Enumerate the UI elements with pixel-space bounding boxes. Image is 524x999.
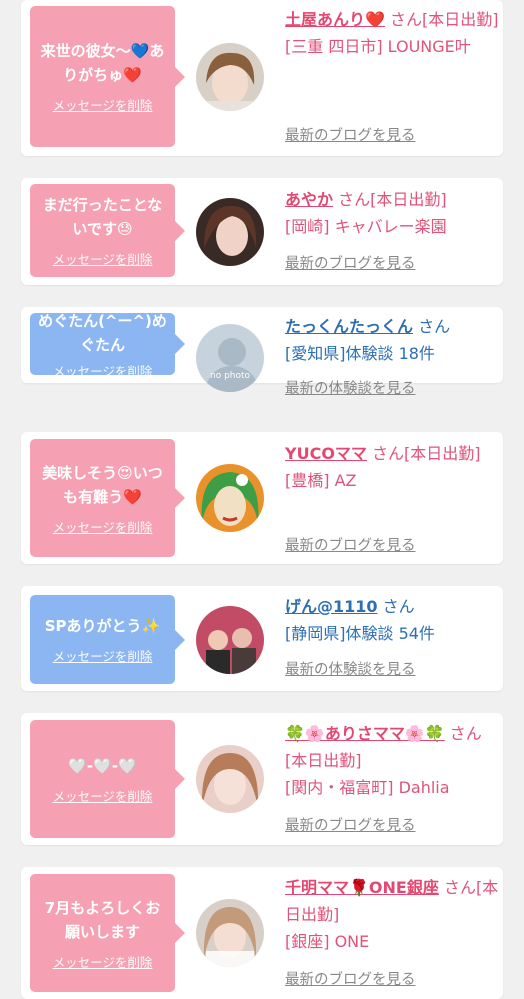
delete-message-button[interactable]: メッセージを削除	[53, 517, 153, 536]
avatar[interactable]	[196, 43, 264, 111]
latest-blog-link[interactable]: 最新のブログを見る	[285, 252, 416, 273]
avatar[interactable]	[196, 464, 264, 532]
sender-area: [関内・福富町] Dahlia	[285, 778, 450, 797]
message-bubble: まだ行ったことないです😓 メッセージを削除	[30, 184, 185, 277]
message-list: 来世の彼女〜💙ありがちゅ❤️ メッセージを削除 土屋あんり❤️ さん[本日出勤]…	[0, 0, 524, 999]
latest-blog-link[interactable]: 最新のブログを見る	[285, 124, 416, 145]
message-text: 7月もよろしくお願いします	[44, 898, 161, 941]
avatar[interactable]	[196, 899, 264, 967]
sender-area: [岡崎] キャバレー楽園	[285, 217, 447, 236]
avatar[interactable]	[196, 745, 264, 813]
sender-name-link[interactable]: 土屋あんり❤️	[285, 10, 385, 29]
sender-suffix: さん	[382, 597, 415, 616]
sender-area: [豊橋] AZ	[285, 471, 357, 490]
message-bubble: 7月もよろしくお願いします メッセージを削除	[30, 874, 185, 992]
message-text: 🤍-🤍-🤍	[68, 756, 137, 775]
sender-suffix: さん[本日出勤]	[338, 190, 447, 209]
message-card: 来世の彼女〜💙ありがちゅ❤️ メッセージを削除 土屋あんり❤️ さん[本日出勤]…	[21, 0, 503, 156]
message-text: SPありがとう✨	[44, 617, 161, 635]
message-bubble: SPありがとう✨ メッセージを削除	[30, 595, 185, 684]
sender-area: [三重 四日市] LOUNGE叶	[285, 37, 471, 56]
message-bubble: 美味しそう😍いつも有難う❤️ メッセージを削除	[30, 439, 185, 557]
delete-message-button[interactable]: メッセージを削除	[53, 952, 153, 971]
latest-review-link[interactable]: 最新の体験談を見る	[285, 377, 416, 398]
avatar[interactable]	[196, 606, 264, 674]
sender-area: [静岡県]体験談 54件	[285, 624, 435, 643]
sender-suffix: さん[本日出勤]	[390, 10, 499, 29]
avatar[interactable]	[196, 198, 264, 266]
sender-area: [愛知県]体験談 18件	[285, 344, 435, 363]
sender-info: 土屋あんり❤️ さん[本日出勤] [三重 四日市] LOUNGE叶	[285, 6, 501, 60]
sender-area: [銀座] ONE	[285, 932, 370, 951]
sender-suffix: さん	[418, 317, 451, 336]
sender-info: げん@1110 さん [静岡県]体験談 54件	[285, 593, 501, 647]
message-bubble: 来世の彼女〜💙ありがちゅ❤️ メッセージを削除	[30, 6, 185, 147]
sender-suffix: さん[本日出勤]	[372, 444, 481, 463]
sender-name-link[interactable]: YUCOママ	[285, 444, 367, 463]
sender-info: YUCOママ さん[本日出勤] [豊橋] AZ	[285, 440, 501, 494]
sender-info: 千明ママ🌹ONE銀座 さん[本日出勤] [銀座] ONE	[285, 874, 501, 955]
message-text: 美味しそう😍いつも有難う❤️	[42, 463, 163, 506]
message-card: SPありがとう✨ メッセージを削除 げん@1110 さん [静岡県]体験談 54…	[21, 586, 503, 691]
sender-name-link[interactable]: 🍀🌸ありさママ🌸🍀	[285, 724, 445, 743]
latest-review-link[interactable]: 最新の体験談を見る	[285, 658, 416, 679]
latest-blog-link[interactable]: 最新のブログを見る	[285, 968, 416, 989]
sender-info: たっくんたっくん さん [愛知県]体験談 18件	[285, 313, 501, 367]
message-bubble: 🤍-🤍-🤍 メッセージを削除	[30, 720, 185, 838]
delete-message-button[interactable]: メッセージを削除	[53, 786, 153, 805]
message-text: まだ行ったことないです😓	[42, 196, 163, 238]
message-card: 7月もよろしくお願いします メッセージを削除 千明ママ🌹ONE銀座 さん[本日出…	[21, 867, 503, 999]
sender-name-link[interactable]: たっくんたっくん	[285, 317, 413, 336]
sender-name-link[interactable]: 千明ママ🌹ONE銀座	[285, 878, 439, 897]
message-bubble: めぐたん(^ー^)めぐたん メッセージを削除	[30, 312, 185, 379]
message-card: まだ行ったことないです😓 メッセージを削除 あやか さん[本日出勤] [岡崎] …	[21, 178, 503, 285]
avatar[interactable]: no photo	[196, 324, 264, 392]
latest-blog-link[interactable]: 最新のブログを見る	[285, 814, 416, 835]
delete-message-button[interactable]: メッセージを削除	[53, 249, 153, 268]
sender-name-link[interactable]: げん@1110	[285, 597, 378, 616]
message-card: めぐたん(^ー^)めぐたん メッセージを削除 no photo たっくんたっくん…	[21, 307, 503, 397]
sender-name-link[interactable]: あやか	[285, 190, 333, 209]
message-card: 🤍-🤍-🤍 メッセージを削除 🍀🌸ありさママ🌸🍀 さん[本日出勤] [関内・福富…	[21, 713, 503, 845]
no-photo-text: no photo	[210, 371, 251, 381]
message-text: 来世の彼女〜💙ありがちゅ❤️	[40, 42, 165, 84]
delete-message-button[interactable]: メッセージを削除	[53, 95, 153, 114]
sender-info: 🍀🌸ありさママ🌸🍀 さん[本日出勤] [関内・福富町] Dahlia	[285, 720, 501, 801]
latest-blog-link[interactable]: 最新のブログを見る	[285, 534, 416, 555]
delete-message-button[interactable]: メッセージを削除	[53, 361, 153, 380]
sender-info: あやか さん[本日出勤] [岡崎] キャバレー楽園	[285, 186, 501, 240]
message-card: 美味しそう😍いつも有難う❤️ メッセージを削除 YUCOママ さん[本日出勤] …	[21, 432, 503, 564]
message-text: めぐたん(^ー^)めぐたん	[38, 311, 167, 354]
delete-message-button[interactable]: メッセージを削除	[53, 646, 153, 665]
